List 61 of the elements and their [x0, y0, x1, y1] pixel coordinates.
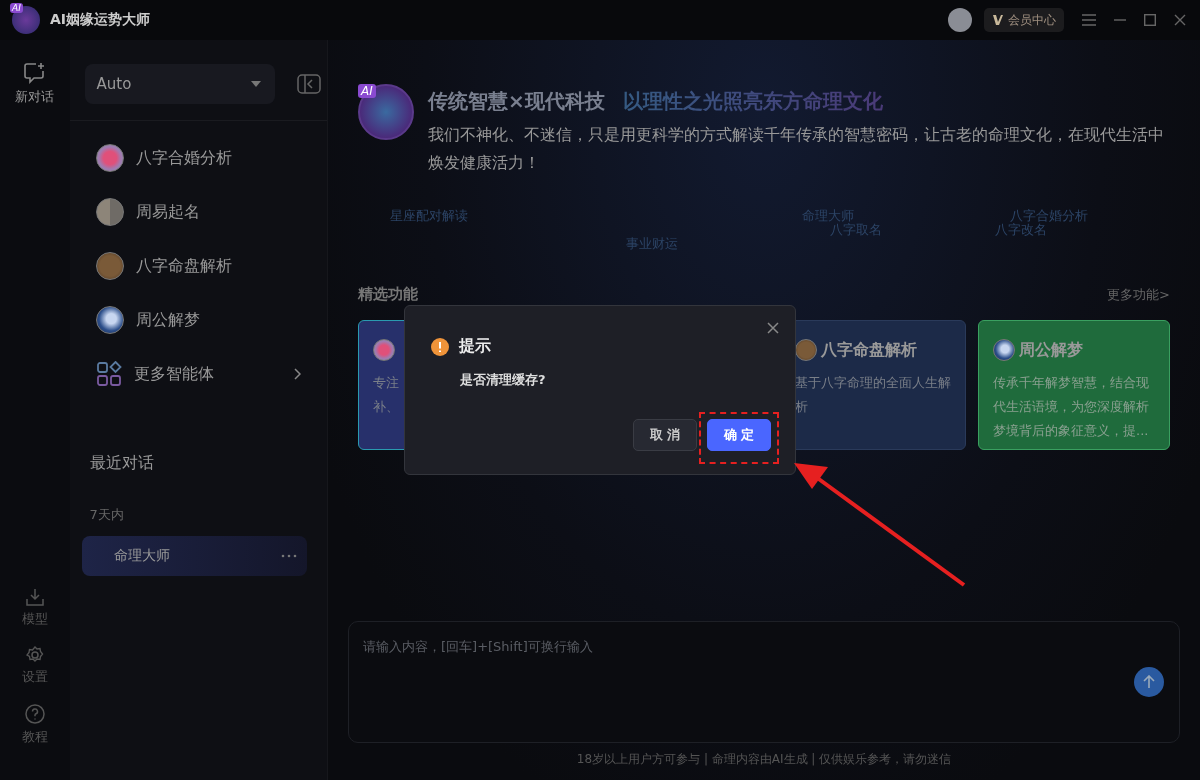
menu-icon[interactable]: [1082, 14, 1096, 26]
more-features-link[interactable]: 更多功能>: [1107, 285, 1170, 304]
chevron-right-icon: [294, 368, 301, 380]
agent-icon: [95, 306, 124, 334]
agent-item[interactable]: 八字命盘解析: [81, 239, 315, 293]
arrow-up-icon: [1142, 675, 1156, 689]
group-label: 7天内: [88, 506, 125, 524]
agent-item[interactable]: 八字合婚分析: [81, 131, 315, 185]
confirm-button[interactable]: 确 定: [707, 419, 771, 451]
card-description: 专注: [373, 374, 399, 392]
section-title: 精选功能: [358, 285, 418, 304]
agent-icon: [993, 339, 1015, 361]
cancel-button[interactable]: 取 消: [633, 419, 697, 451]
close-icon[interactable]: [1174, 14, 1186, 26]
settings-icon: [25, 646, 44, 664]
card-description: 析: [795, 398, 808, 416]
conversation-item[interactable]: 命理大师: [81, 536, 307, 576]
agent-icon: [373, 339, 395, 361]
hero-slogan: 以理性之光照亮东方命理文化: [622, 88, 883, 115]
card-title: 周公解梦: [1019, 339, 1083, 361]
window-title: AI姻缘运势大师: [50, 11, 151, 29]
collapse-sidebar-icon[interactable]: [296, 74, 321, 94]
maximize-icon[interactable]: [1144, 14, 1156, 26]
message-input[interactable]: 请输入内容，[回车]+[Shift]可换行输入: [348, 621, 1180, 743]
rail-button[interactable]: 模型: [21, 588, 48, 628]
more-icon[interactable]: [281, 554, 297, 558]
agent-icon: [95, 144, 124, 172]
agent-icon: [95, 198, 124, 226]
vip-button[interactable]: 会员中心: [984, 8, 1064, 32]
rail-button[interactable]: 教程: [21, 704, 48, 746]
dialog-title: 提示: [459, 336, 491, 357]
rail-button[interactable]: 设置: [21, 646, 48, 686]
agent-item[interactable]: 周易起名: [81, 185, 315, 239]
ai-badge: AI: [358, 84, 376, 98]
chat-plus-icon: [22, 62, 47, 84]
v-icon: [992, 14, 1004, 26]
help-icon: [24, 704, 45, 724]
dialog-message: 是否清理缓存?: [459, 371, 547, 389]
close-icon[interactable]: [767, 322, 779, 334]
card-description: 传承千年解梦智慧，结合现: [993, 374, 1149, 392]
card-description: 代生活语境，为您深度解析: [993, 398, 1149, 416]
card-description: 梦境背后的象征意义，提...: [993, 422, 1149, 440]
avatar-icon[interactable]: [948, 8, 972, 32]
card-title: 八字命盘解析: [821, 339, 917, 361]
hero-description: 我们不神化、不迷信，只是用更科学的方式解读千年传承的智慧密码，让古老的命理文化，在现代生活中焕发健康活力！: [428, 125, 1165, 174]
model-select[interactable]: Auto: [84, 64, 275, 104]
hero-title: 传统智慧×现代科技: [428, 88, 605, 115]
agent-item[interactable]: 更多智能体: [81, 347, 315, 401]
card-description: 基于八字命理的全面人生解: [795, 374, 951, 392]
feature-card[interactable]: 周公解梦 传承千年解梦智慧，结合现 代生活语境，为您深度解析 梦境背后的象征意义，提...: [978, 320, 1170, 450]
agent-icon: [795, 339, 817, 361]
download-icon: [25, 588, 44, 606]
new-chat-button[interactable]: 新对话: [15, 62, 55, 106]
warning-icon: [431, 337, 449, 356]
agent-item[interactable]: 周公解梦: [81, 293, 315, 347]
agent-icon: [95, 252, 124, 280]
card-description: 补、: [373, 398, 399, 416]
caret-icon: [250, 81, 261, 87]
ai-badge: AI: [10, 3, 23, 13]
section-title: 最近对话: [88, 452, 155, 474]
apps-grid-icon: [95, 361, 122, 387]
